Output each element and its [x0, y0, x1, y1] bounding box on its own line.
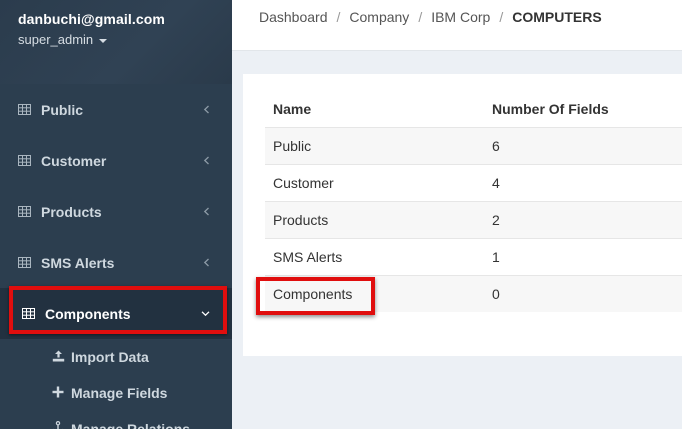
sidebar-item-components[interactable]: Components [0, 288, 232, 339]
sidebar-item-label: Products [41, 203, 102, 220]
submenu-item-manage-fields[interactable]: Manage Fields [0, 375, 232, 411]
sidebar-menu: Public Customer Products SMS Alerts Comp… [0, 84, 232, 339]
table-cell-fields: 2 [492, 212, 500, 228]
plus-icon [51, 385, 65, 401]
sidebar-item-label: Public [41, 101, 84, 118]
table-cell-fields: 4 [492, 175, 500, 191]
user-email: danbuchi@gmail.com [18, 11, 165, 27]
submenu-item-import-data[interactable]: Import Data [0, 339, 232, 375]
submenu-item-label: Manage Fields [71, 385, 168, 401]
anchor-icon [51, 421, 65, 429]
content-panel: Name Number Of Fields Public 6 Customer … [243, 74, 682, 356]
breadcrumb-separator: / [499, 9, 504, 25]
sidebar: danbuchi@gmail.com super_admin Public Cu… [0, 0, 232, 429]
table-row[interactable]: SMS Alerts 1 [265, 238, 682, 275]
table-icon [18, 206, 31, 217]
breadcrumb-current: COMPUTERS [512, 9, 602, 25]
table-row[interactable]: Components 0 [265, 275, 682, 312]
caret-down-icon [99, 38, 108, 43]
sidebar-item-products[interactable]: Products [0, 186, 232, 237]
sidebar-item-label: SMS Alerts [41, 254, 115, 271]
table-cell-name: Customer [273, 175, 334, 191]
table-cell-name: Products [273, 212, 329, 228]
table-cell-name: Public [273, 138, 312, 154]
table-icon [22, 308, 35, 319]
submenu-item-label: Import Data [71, 349, 149, 365]
user-role-dropdown[interactable]: super_admin [18, 32, 214, 47]
column-header-name: Name [273, 101, 312, 117]
upload-icon [51, 349, 65, 365]
table-cell-fields: 0 [492, 286, 500, 302]
sidebar-item-customer[interactable]: Customer [0, 135, 232, 186]
sidebar-item-sms-alerts[interactable]: SMS Alerts [0, 237, 232, 288]
column-header-number-of-fields: Number Of Fields [492, 101, 609, 117]
table-icon [18, 155, 31, 166]
sidebar-item-public[interactable]: Public [0, 84, 232, 135]
submenu-item-label: Manage Relations [71, 421, 191, 429]
user-panel: danbuchi@gmail.com super_admin [0, 0, 232, 84]
table-row[interactable]: Public 6 [265, 127, 682, 164]
chevron-left-icon [203, 156, 209, 165]
table-row[interactable]: Products 2 [265, 201, 682, 238]
breadcrumb-item-dashboard[interactable]: Dashboard [259, 9, 328, 25]
chevron-left-icon [203, 207, 209, 216]
table-cell-name: SMS Alerts [273, 249, 343, 265]
user-role-label: super_admin [18, 32, 94, 47]
breadcrumb-separator: / [336, 9, 341, 25]
table-icon [18, 104, 31, 115]
chevron-left-icon [203, 105, 209, 114]
chevron-left-icon [203, 258, 209, 267]
sidebar-item-label: Customer [41, 152, 107, 169]
components-table: Name Number Of Fields Public 6 Customer … [265, 91, 682, 312]
breadcrumb-separator: / [418, 9, 423, 25]
table-header-row: Name Number Of Fields [265, 91, 682, 127]
breadcrumb: Dashboard / Company / IBM Corp / COMPUTE… [232, 0, 682, 51]
breadcrumb-item-company[interactable]: Company [349, 9, 409, 25]
sidebar-item-label: Components [45, 305, 131, 322]
components-submenu: Import Data Manage Fields Manage Relatio… [0, 339, 232, 429]
breadcrumb-item-ibm-corp[interactable]: IBM Corp [431, 9, 490, 25]
table-cell-fields: 1 [492, 249, 500, 265]
submenu-item-manage-relations[interactable]: Manage Relations [0, 411, 232, 429]
table-row[interactable]: Customer 4 [265, 164, 682, 201]
table-icon [18, 257, 31, 268]
chevron-down-icon [201, 311, 210, 317]
table-cell-fields: 6 [492, 138, 500, 154]
table-cell-name: Components [273, 286, 353, 302]
